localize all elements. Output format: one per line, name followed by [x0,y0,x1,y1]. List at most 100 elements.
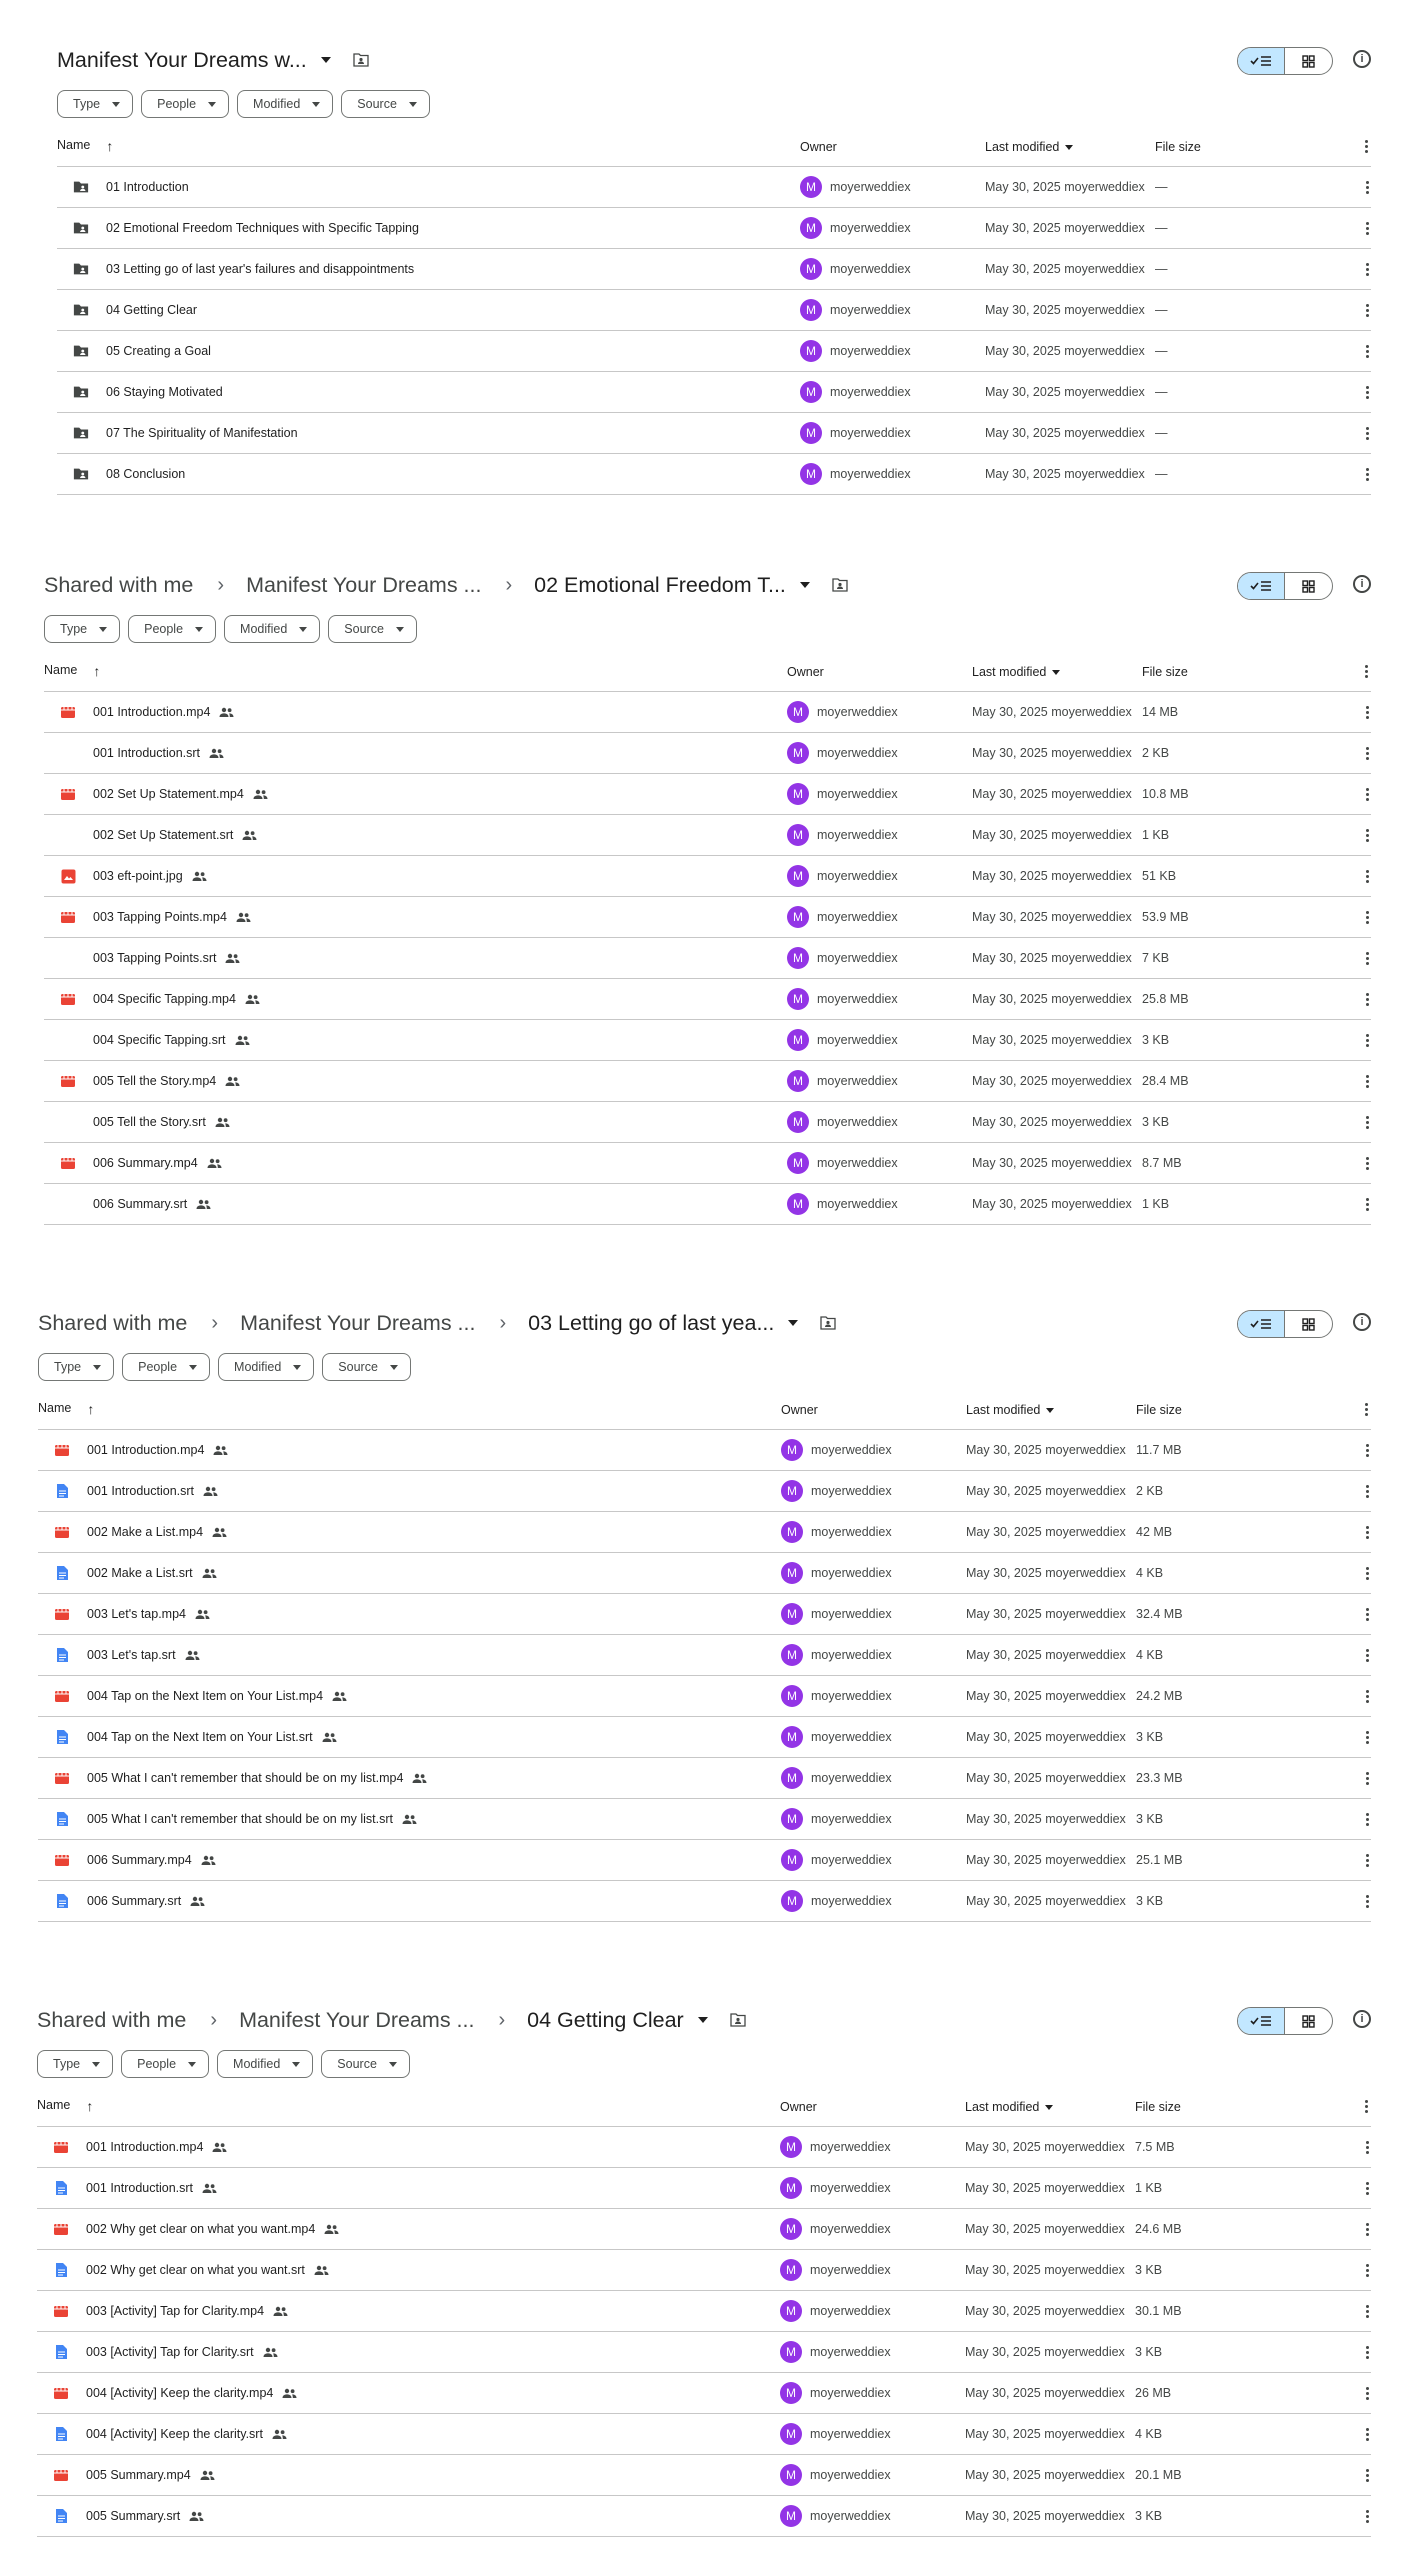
file-name[interactable]: 01 Introduction [106,180,189,194]
table-row[interactable]: 02 Emotional Freedom Techniques with Spe… [57,208,1371,249]
table-row[interactable]: 08 Conclusion Mmoyerweddiex May 30, 2025 m… [57,454,1371,495]
file-name[interactable]: 006 Summary.mp4 [93,1156,198,1170]
more-actions-icon[interactable] [1365,208,1369,248]
grid-view-button[interactable] [1285,573,1332,599]
file-name[interactable]: 005 Summary.srt [86,2509,180,2523]
table-row[interactable]: 003 Let's tap.mp4 Mmoyerweddiex May 30, 20… [38,1594,1371,1635]
sort-ascending-icon[interactable]: ↑ [106,138,113,154]
table-row[interactable]: 005 Tell the Story.srt Mmoyerweddiex May 3… [44,1102,1371,1143]
file-name[interactable]: 005 Summary.mp4 [86,2468,191,2482]
more-actions-icon[interactable] [1365,1799,1369,1839]
more-options-icon[interactable] [1365,140,1369,153]
file-name[interactable]: 03 Letting go of last year's failures an… [106,262,414,276]
sort-ascending-icon[interactable]: ↑ [87,1401,94,1417]
file-name[interactable]: 004 Tap on the Next Item on Your List.mp… [87,1689,323,1703]
more-actions-icon[interactable] [1365,1184,1369,1224]
more-actions-icon[interactable] [1365,2455,1369,2495]
more-actions-icon[interactable] [1365,1102,1369,1142]
file-name[interactable]: 004 [Activity] Keep the clarity.srt [86,2427,263,2441]
breadcrumb-item[interactable]: Manifest Your Dreams ... [246,573,481,598]
table-row[interactable]: 005 Tell the Story.mp4 Mmoyerweddiex May 3… [44,1061,1371,1102]
file-name[interactable]: 004 Specific Tapping.mp4 [93,992,236,1006]
file-name[interactable]: 001 Introduction.srt [87,1484,194,1498]
table-row[interactable]: 002 Set Up Statement.mp4 Mmoyerweddiex May… [44,774,1371,815]
table-row[interactable]: 002 Make a List.srt Mmoyerweddiex May 30, … [38,1553,1371,1594]
table-row[interactable]: 005 What I can't remember that should be… [38,1758,1371,1799]
file-name[interactable]: 002 Set Up Statement.mp4 [93,787,244,801]
table-row[interactable]: 002 Set Up Statement.srt Mmoyerweddiex May… [44,815,1371,856]
file-name[interactable]: 001 Introduction.mp4 [93,705,210,719]
file-name[interactable]: 003 Let's tap.srt [87,1648,176,1662]
more-actions-icon[interactable] [1365,331,1369,371]
table-row[interactable]: 001 Introduction.mp4 Mmoyerweddiex May 30,… [38,1430,1371,1471]
file-name[interactable]: 002 Make a List.mp4 [87,1525,203,1539]
filter-chip-modified[interactable]: Modified [217,2050,314,2078]
table-row[interactable]: 003 [Activity] Tap for Clarity.mp4 Mmoyer… [37,2291,1371,2332]
sort-ascending-icon[interactable]: ↑ [86,2098,93,2114]
file-name[interactable]: 006 Summary.srt [87,1894,181,1908]
filter-chip-source[interactable]: Source [328,615,417,643]
grid-view-button[interactable] [1285,1311,1332,1337]
breadcrumb-item[interactable]: Shared with me [44,573,193,598]
list-view-button[interactable] [1238,48,1285,74]
file-name[interactable]: 001 Introduction.mp4 [86,2140,203,2154]
more-actions-icon[interactable] [1365,2414,1369,2454]
more-actions-icon[interactable] [1365,2168,1369,2208]
file-name[interactable]: 002 Make a List.srt [87,1566,193,1580]
more-actions-icon[interactable] [1365,1676,1369,1716]
table-row[interactable]: 004 Specific Tapping.srt Mmoyerweddiex May… [44,1020,1371,1061]
more-actions-icon[interactable] [1365,372,1369,412]
more-actions-icon[interactable] [1365,692,1369,732]
column-header-last-modified[interactable]: Last modified [965,2100,1054,2114]
more-actions-icon[interactable] [1365,938,1369,978]
more-actions-icon[interactable] [1365,290,1369,330]
info-icon[interactable]: i [1353,2010,1371,2028]
table-row[interactable]: 003 [Activity] Tap for Clarity.srt Mmoyer… [37,2332,1371,2373]
file-name[interactable]: 004 [Activity] Keep the clarity.mp4 [86,2386,273,2400]
more-actions-icon[interactable] [1365,413,1369,453]
more-actions-icon[interactable] [1365,1594,1369,1634]
sort-ascending-icon[interactable]: ↑ [93,663,100,679]
table-row[interactable]: 004 Tap on the Next Item on Your List.sr… [38,1717,1371,1758]
table-row[interactable]: 005 Summary.srt Mmoyerweddiex May 30, 2025… [37,2496,1371,2537]
more-actions-icon[interactable] [1365,2496,1369,2536]
folder-menu-dropdown-icon[interactable] [320,57,331,63]
file-name[interactable]: 006 Summary.mp4 [87,1853,192,1867]
file-name[interactable]: 08 Conclusion [106,467,185,481]
current-folder-title[interactable]: 04 Getting Clear [527,2008,684,2033]
file-name[interactable]: 001 Introduction.mp4 [87,1443,204,1457]
breadcrumb-item[interactable]: Manifest Your Dreams ... [239,2008,474,2033]
file-name[interactable]: 003 [Activity] Tap for Clarity.srt [86,2345,254,2359]
file-name[interactable]: 06 Staying Motivated [106,385,223,399]
more-options-icon[interactable] [1365,1403,1369,1416]
more-actions-icon[interactable] [1365,167,1369,207]
more-actions-icon[interactable] [1365,2127,1369,2167]
table-row[interactable]: 03 Letting go of last year's failures an… [57,249,1371,290]
list-view-button[interactable] [1238,1311,1285,1337]
table-row[interactable]: 006 Summary.mp4 Mmoyerweddiex May 30, 2025… [38,1840,1371,1881]
filter-chip-source[interactable]: Source [341,90,430,118]
file-name[interactable]: 002 Set Up Statement.srt [93,828,233,842]
file-name[interactable]: 02 Emotional Freedom Techniques with Spe… [106,221,419,235]
filter-chip-type[interactable]: Type [38,1353,115,1381]
grid-view-button[interactable] [1285,48,1332,74]
filter-chip-type[interactable]: Type [37,2050,114,2078]
table-row[interactable]: 05 Creating a Goal Mmoyerweddiex May 30, 2… [57,331,1371,372]
column-header-name[interactable]: Name ↑ [38,1401,94,1417]
more-actions-icon[interactable] [1365,2332,1369,2372]
filter-chip-people[interactable]: People [128,615,217,643]
more-actions-icon[interactable] [1365,1553,1369,1593]
folder-menu-dropdown-icon[interactable] [799,582,810,588]
column-header-name[interactable]: Name ↑ [57,138,113,154]
table-row[interactable]: 002 Make a List.mp4 Mmoyerweddiex May 30, … [38,1512,1371,1553]
file-name[interactable]: 002 Why get clear on what you want.mp4 [86,2222,315,2236]
more-actions-icon[interactable] [1365,733,1369,773]
more-actions-icon[interactable] [1365,1430,1369,1470]
table-row[interactable]: 006 Summary.mp4 Mmoyerweddiex May 30, 2025… [44,1143,1371,1184]
table-row[interactable]: 003 Tapping Points.mp4 Mmoyerweddiex May 3… [44,897,1371,938]
filter-chip-type[interactable]: Type [44,615,121,643]
column-header-last-modified[interactable]: Last modified [972,665,1061,679]
more-actions-icon[interactable] [1365,1020,1369,1060]
folder-menu-dropdown-icon[interactable] [697,2017,708,2023]
column-header-name[interactable]: Name ↑ [44,663,100,679]
